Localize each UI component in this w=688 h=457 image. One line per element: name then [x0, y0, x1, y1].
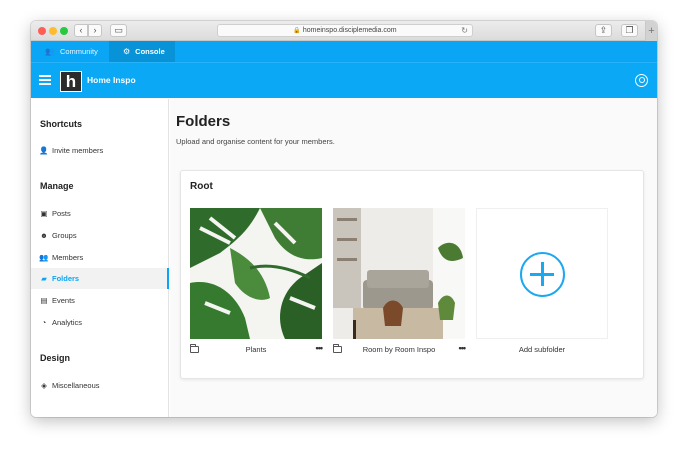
account-icon[interactable] [635, 74, 648, 87]
sidebar-toggle-button[interactable]: ▭ [110, 24, 127, 37]
folder-name-plants[interactable]: Plants [190, 345, 322, 354]
sidebar-item-label: Groups [52, 231, 77, 240]
back-button[interactable]: ‹ [74, 24, 88, 37]
tab-console-label: Console [135, 47, 165, 56]
brand-logo[interactable]: h [60, 71, 82, 92]
members-icon: 👥 [39, 253, 49, 262]
sidebar-item-events[interactable]: ▤ Events [31, 290, 168, 311]
show-tabs-button[interactable]: ❐ [621, 24, 638, 37]
sidebar-item-label: Posts [52, 209, 71, 218]
reload-icon[interactable]: ↻ [461, 25, 468, 36]
sidebar-item-groups[interactable]: ☻ Groups [31, 225, 168, 246]
folder-thumbnail-room-by-room-inspo[interactable] [333, 208, 465, 339]
tab-community[interactable]: 👥 Community [31, 41, 109, 62]
folder-icon: ▰ [41, 274, 47, 283]
folder-name-room-by-room-inspo[interactable]: Room by Room Inspo [333, 345, 465, 354]
sidebar-item-label: Miscellaneous [52, 381, 100, 390]
new-tab-button[interactable]: + [645, 21, 657, 41]
minimize-window-button[interactable] [49, 27, 57, 35]
plus-circle-icon [520, 252, 565, 297]
forward-button[interactable]: › [88, 24, 102, 37]
folder-caption-room-by-room-inspo: Room by Room Inspo ••• [333, 343, 467, 357]
user-plus-icon: 👤 [39, 146, 49, 155]
plus-icon: + [648, 25, 655, 37]
add-subfolder-button[interactable] [476, 208, 608, 339]
page-title: Folders [176, 113, 231, 130]
url-text: homeinspo.disciplemedia.com [302, 27, 397, 34]
tabs-icon: ❐ [625, 25, 634, 35]
chevron-left-icon: ‹ [79, 25, 83, 35]
sidebar-section-design: Design [40, 353, 71, 363]
card-title: Root [190, 181, 213, 192]
layers-icon: ◈ [41, 381, 47, 390]
sidebar-icon: ▭ [114, 25, 123, 35]
gauge-icon: ◔ [41, 318, 47, 327]
browser-toolbar: ‹ › ▭ 🔒 homeinspo.disciplemedia.com ↻ ⇪ ❐… [31, 21, 657, 41]
lock-icon: 🔒 [293, 28, 301, 34]
sidebar-section-shortcuts: Shortcuts [40, 119, 83, 129]
more-options-icon[interactable]: ••• [316, 343, 324, 353]
sidebar: Shortcuts 👤 Invite members Manage ▣ Posts … [31, 99, 169, 417]
more-options-icon[interactable]: ••• [459, 343, 467, 353]
gear-icon: ⚙ [123, 47, 131, 56]
plants-image [190, 208, 322, 339]
sidebar-section-manage: Manage [40, 181, 74, 191]
close-window-button[interactable] [38, 27, 46, 35]
tab-community-label: Community [59, 47, 98, 56]
posts-icon: ▣ [40, 209, 48, 218]
sidebar-item-analytics[interactable]: ◔ Analytics [31, 312, 168, 333]
community-icon: 👥 [45, 47, 55, 56]
sidebar-item-label: Invite members [52, 146, 104, 155]
page-subtitle: Upload and organise content for your mem… [176, 137, 335, 146]
add-subfolder-label[interactable]: Add subfolder [476, 345, 608, 354]
sidebar-item-miscellaneous[interactable]: ◈ Miscellaneous [31, 375, 168, 396]
main-content: Folders Upload and organise content for … [170, 99, 657, 417]
sidebar-item-folders[interactable]: ▰ Folders [31, 268, 169, 289]
folder-caption-plants: Plants ••• [190, 343, 324, 357]
brand-name[interactable]: Home Inspo [87, 75, 136, 85]
menu-icon[interactable] [39, 75, 51, 85]
room-image [333, 208, 465, 339]
address-bar[interactable]: 🔒 homeinspo.disciplemedia.com ↻ [217, 24, 473, 37]
share-icon: ⇪ [599, 25, 608, 35]
sidebar-item-label: Analytics [52, 318, 83, 327]
groups-icon: ☻ [40, 231, 48, 240]
sidebar-item-posts[interactable]: ▣ Posts [31, 203, 168, 224]
app-header: h Home Inspo [31, 62, 657, 98]
tab-console[interactable]: ⚙ Console [109, 41, 175, 62]
app-topbar: 👥 Community ⚙ Console [31, 41, 657, 62]
sidebar-item-members[interactable]: 👥 Members [31, 247, 168, 268]
sidebar-item-label: Events [52, 296, 75, 305]
browser-window: ‹ › ▭ 🔒 homeinspo.disciplemedia.com ↻ ⇪ ❐… [31, 21, 657, 417]
calendar-icon: ▤ [40, 296, 48, 305]
sidebar-item-label: Folders [52, 274, 80, 283]
chevron-right-icon: › [93, 25, 97, 35]
root-folder-card: Root Plants ••• Room by Room Inspo ••• A… [180, 170, 644, 379]
share-button[interactable]: ⇪ [595, 24, 612, 37]
folder-thumbnail-plants[interactable] [190, 208, 322, 339]
zoom-window-button[interactable] [60, 27, 68, 35]
sidebar-item-label: Members [52, 253, 84, 262]
sidebar-item-invite-members[interactable]: 👤 Invite members [31, 140, 168, 161]
